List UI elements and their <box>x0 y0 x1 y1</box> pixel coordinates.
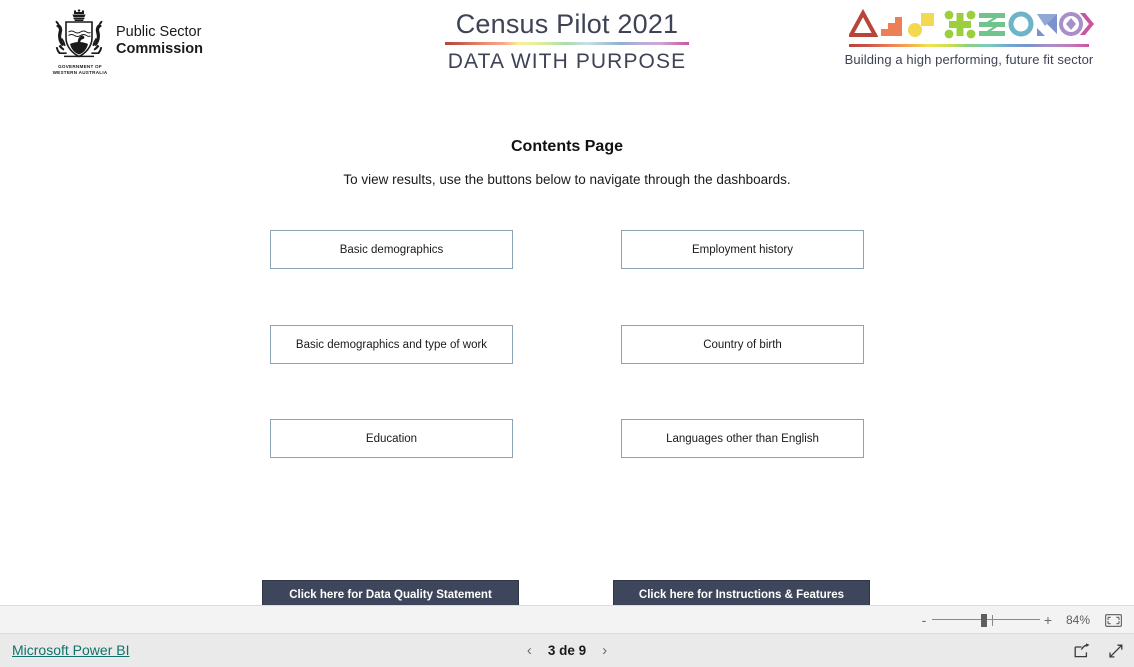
nav-button-employment-history[interactable]: Employment history <box>621 230 864 269</box>
zoom-out-button[interactable]: - <box>916 613 932 627</box>
brand-tagline: Building a high performing, future fit s… <box>844 52 1094 67</box>
nav-button-basic-demographics-type-of-work[interactable]: Basic demographics and type of work <box>270 325 513 364</box>
brand-logo: Building a high performing, future fit s… <box>844 8 1094 78</box>
zoom-slider-tick <box>992 615 993 626</box>
nav-button-languages-other-than-english[interactable]: Languages other than English <box>621 419 864 458</box>
zoom-in-button[interactable]: + <box>1040 613 1056 627</box>
nav-button-label: Country of birth <box>703 338 782 351</box>
brand-gradient-rule <box>849 44 1089 47</box>
status-bar: Microsoft Power BI ‹ 3 de 9 › <box>0 634 1134 667</box>
zoom-control: - + 84% <box>916 606 1126 634</box>
zoom-toolbar: - + 84% <box>0 605 1134 634</box>
zoom-slider-handle[interactable] <box>981 614 987 627</box>
dark-button-label: Click here for Instructions & Features <box>638 589 845 601</box>
status-bar-icons <box>1074 634 1124 667</box>
brand-glyph-strip-icon <box>849 8 1094 39</box>
chevron-right-icon[interactable]: › <box>600 642 609 659</box>
nav-button-education[interactable]: Education <box>270 419 513 458</box>
fit-to-page-icon[interactable] <box>1100 613 1126 627</box>
nav-button-label: Education <box>365 432 418 445</box>
zoom-level-label: 84% <box>1065 613 1091 627</box>
page-navigation: ‹ 3 de 9 › <box>0 634 1134 667</box>
data-quality-statement-button[interactable]: Click here for Data Quality Statement <box>262 580 519 605</box>
fullscreen-icon[interactable] <box>1108 643 1124 659</box>
instructions-and-features-button[interactable]: Click here for Instructions & Features <box>613 580 870 605</box>
share-icon[interactable] <box>1074 643 1090 658</box>
nav-button-label: Languages other than English <box>666 432 819 445</box>
nav-button-label: Basic demographics <box>339 243 444 256</box>
page-title: Contents Page <box>510 138 623 155</box>
page-instruction-text: To view results, use the buttons below t… <box>343 172 791 187</box>
title-gradient-rule <box>445 42 689 45</box>
page-indicator-label: 3 de 9 <box>547 643 587 658</box>
zoom-slider[interactable] <box>932 612 1040 628</box>
report-header: GOVERNMENT OF WESTERN AUSTRALIA Public S… <box>0 0 1134 90</box>
powerbi-report-viewer: GOVERNMENT OF WESTERN AUSTRALIA Public S… <box>0 0 1134 667</box>
nav-button-country-of-birth[interactable]: Country of birth <box>621 325 864 364</box>
report-canvas: GOVERNMENT OF WESTERN AUSTRALIA Public S… <box>0 0 1134 605</box>
nav-button-label: Basic demographics and type of work <box>295 338 488 351</box>
nav-button-basic-demographics[interactable]: Basic demographics <box>270 230 513 269</box>
nav-button-label: Employment history <box>692 243 793 256</box>
chevron-left-icon[interactable]: ‹ <box>525 642 534 659</box>
dark-button-label: Click here for Data Quality Statement <box>289 589 492 601</box>
